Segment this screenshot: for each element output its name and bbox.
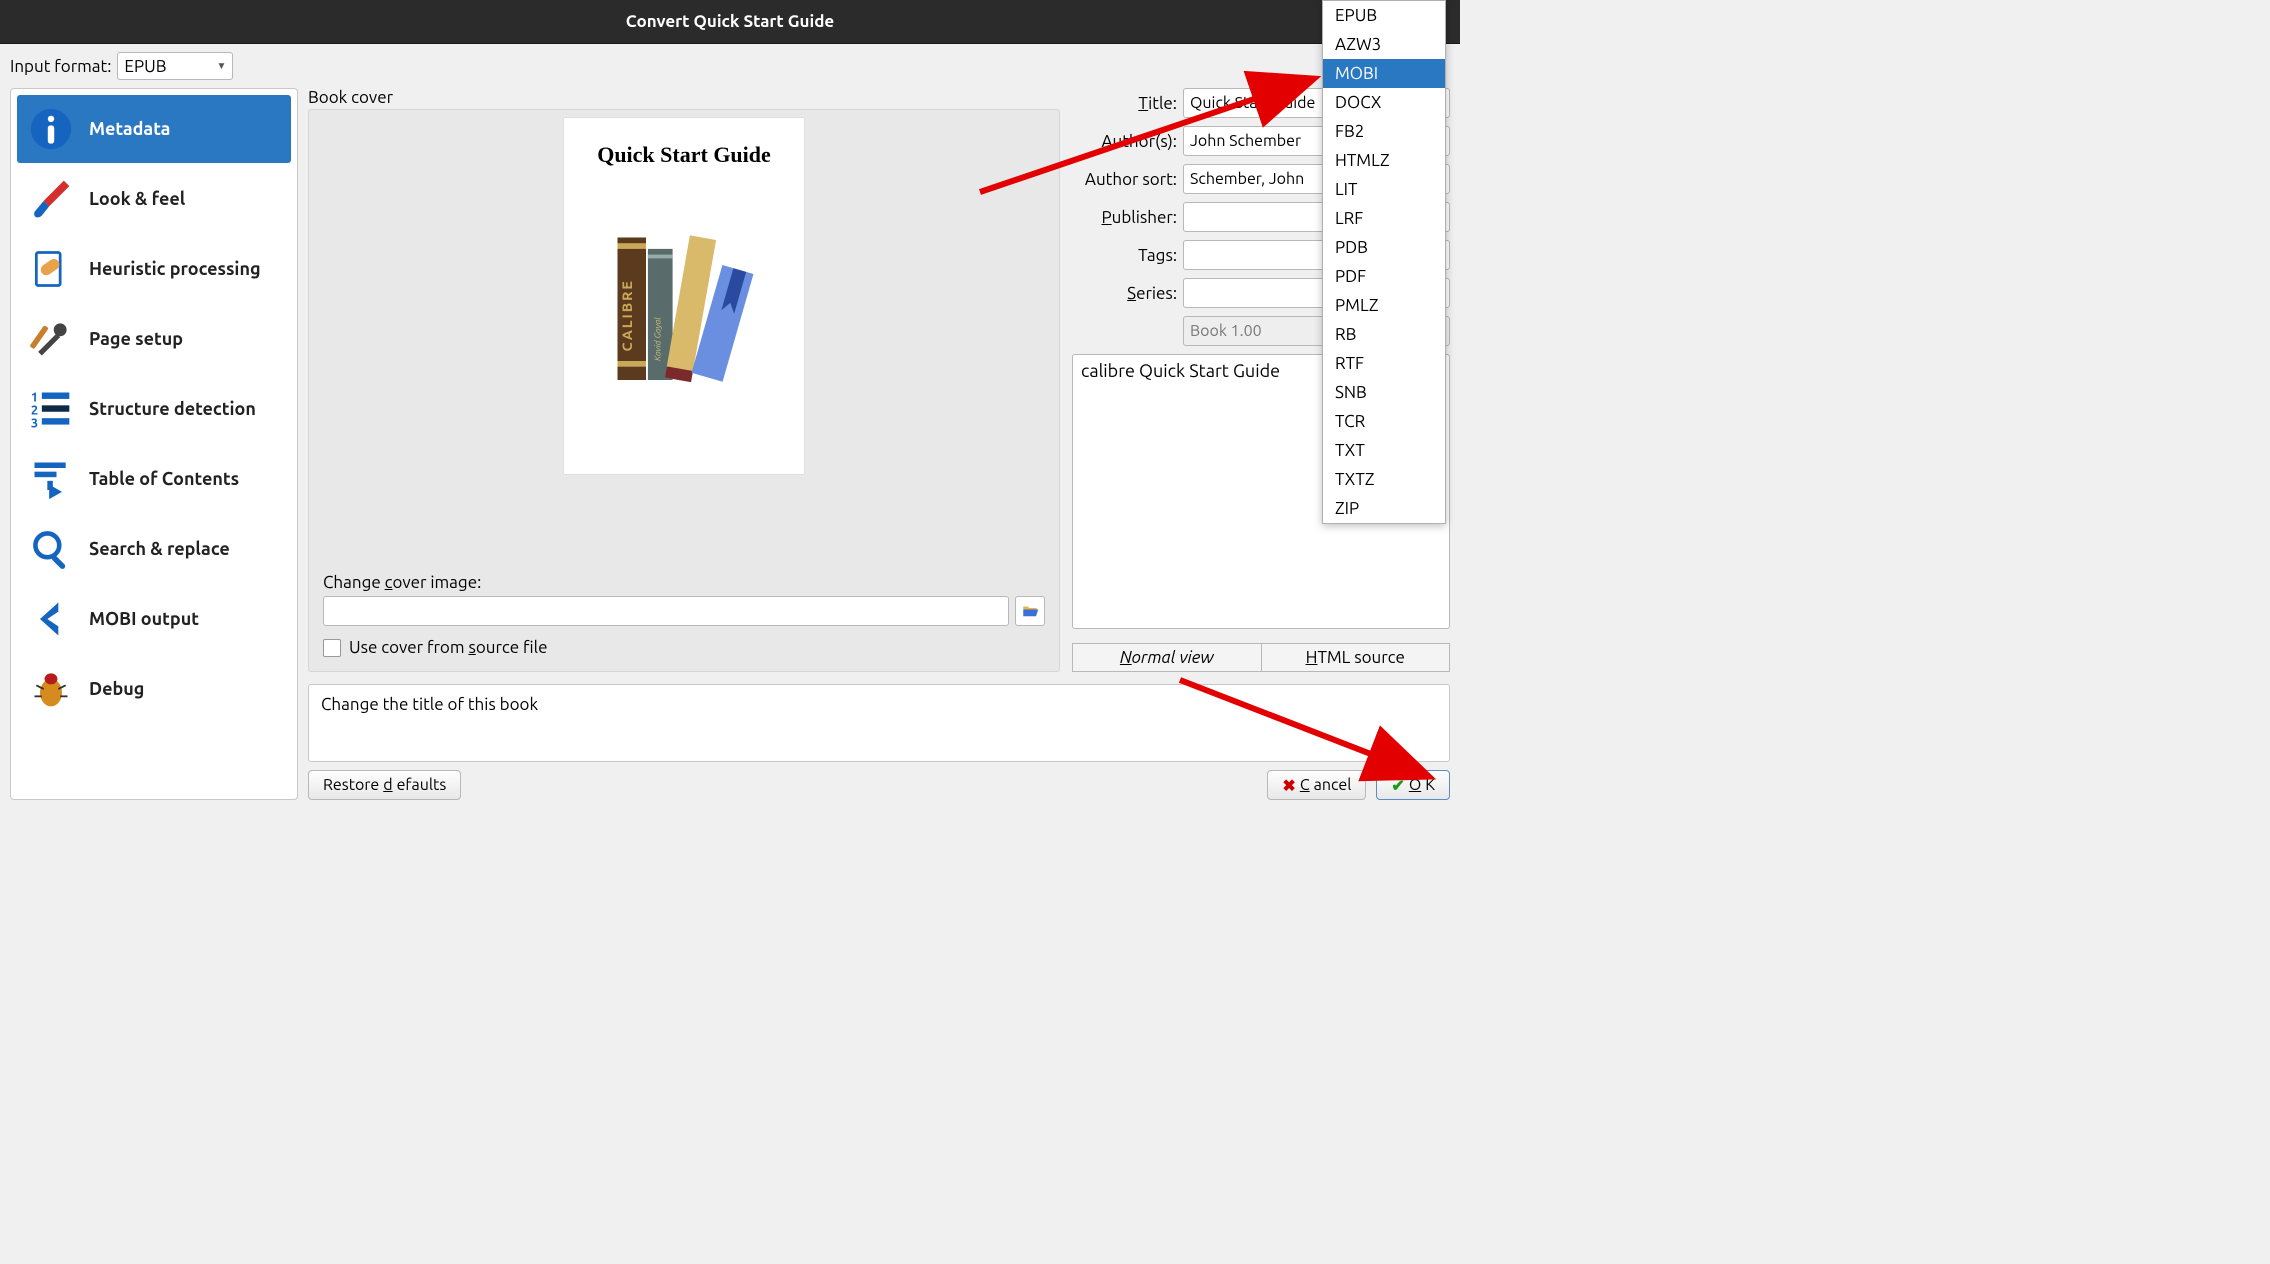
folder-open-icon: [1021, 602, 1039, 620]
output-format-option[interactable]: LIT: [1323, 175, 1445, 204]
annotation-arrow-icon: [970, 62, 1330, 202]
brush-icon: [27, 175, 75, 223]
sidebar-item-debug[interactable]: Debug: [17, 655, 291, 723]
output-format-option[interactable]: PDB: [1323, 233, 1445, 262]
search-icon: [27, 525, 75, 573]
back-arrow-icon: [27, 595, 75, 643]
change-cover-label: Change cover image:: [323, 573, 1045, 592]
cover-panel: Quick Start Guide CALIBRE Kovid Goyal: [308, 109, 1060, 672]
output-format-option[interactable]: RB: [1323, 320, 1445, 349]
output-format-option[interactable]: RTF: [1323, 349, 1445, 378]
sidebar-item-label: Metadata: [89, 119, 170, 140]
publisher-label: Publisher:: [1072, 208, 1177, 227]
sidebar-item-toc[interactable]: Table of Contents: [17, 445, 291, 513]
cover-preview-area: Quick Start Guide CALIBRE Kovid Goyal: [323, 118, 1045, 563]
input-format-combo[interactable]: EPUB ▼: [117, 52, 233, 80]
window-titlebar: Convert Quick Start Guide: [0, 0, 1460, 44]
output-format-option[interactable]: ZIP: [1323, 494, 1445, 523]
browse-cover-button[interactable]: [1015, 596, 1045, 626]
comment-view-tabs: Normal view HTML source: [1072, 643, 1450, 672]
output-format-option[interactable]: DOCX: [1323, 88, 1445, 117]
output-format-option[interactable]: TXT: [1323, 436, 1445, 465]
sidebar-item-label: Page setup: [89, 329, 183, 350]
output-format-option[interactable]: MOBI: [1323, 59, 1445, 88]
svg-text:3: 3: [31, 416, 38, 430]
series-label: Series:: [1072, 284, 1177, 303]
output-format-option[interactable]: TCR: [1323, 407, 1445, 436]
use-source-cover-checkbox[interactable]: Use cover from source file: [323, 638, 1045, 657]
tags-label: Tags:: [1072, 246, 1177, 265]
cover-title: Quick Start Guide: [597, 142, 771, 168]
svg-text:CALIBRE: CALIBRE: [619, 279, 635, 351]
tab-normal-view[interactable]: Normal view: [1072, 643, 1262, 672]
chevron-down-icon: ▼: [217, 60, 227, 72]
output-format-option[interactable]: LRF: [1323, 204, 1445, 233]
hint-text: Change the title of this book: [321, 695, 538, 714]
output-format-option[interactable]: TXTZ: [1323, 465, 1445, 494]
window-title: Convert Quick Start Guide: [626, 12, 834, 31]
sidebar-item-label: Table of Contents: [89, 469, 239, 490]
output-format-option[interactable]: FB2: [1323, 117, 1445, 146]
book-cover-label: Book cover: [308, 88, 1060, 107]
output-format-option[interactable]: SNB: [1323, 378, 1445, 407]
sidebar-item-label: Look & feel: [89, 189, 185, 210]
section-list: Metadata Look & feel Heuristic processin…: [10, 88, 298, 800]
sidebar-item-look-feel[interactable]: Look & feel: [17, 165, 291, 233]
bug-icon: [27, 665, 75, 713]
tab-html-source[interactable]: HTML source: [1262, 643, 1451, 672]
books-illustration-icon: CALIBRE Kovid Goyal: [589, 204, 779, 404]
sidebar-item-label: Structure detection: [89, 399, 256, 420]
sidebar-item-heuristic[interactable]: Heuristic processing: [17, 235, 291, 303]
numbered-list-icon: 1 2 3: [27, 385, 75, 433]
toc-icon: [27, 455, 75, 503]
annotation-arrow-icon: [1170, 670, 1440, 790]
output-format-option[interactable]: AZW3: [1323, 30, 1445, 59]
use-source-cover-label: Use cover from source file: [349, 638, 547, 657]
input-format-label: Input format:: [10, 57, 111, 76]
output-format-option[interactable]: EPUB: [1323, 1, 1445, 30]
cover-image: Quick Start Guide CALIBRE Kovid Goyal: [564, 118, 804, 474]
sidebar-item-label: Debug: [89, 679, 144, 700]
sidebar-item-output[interactable]: MOBI output: [17, 585, 291, 653]
sidebar-item-page-setup[interactable]: Page setup: [17, 305, 291, 373]
sidebar-item-structure[interactable]: 1 2 3 Structure detection: [17, 375, 291, 443]
sidebar-item-metadata[interactable]: Metadata: [17, 95, 291, 163]
checkbox-icon: [323, 639, 341, 657]
sidebar-item-label: Heuristic processing: [89, 259, 261, 280]
info-icon: [27, 105, 75, 153]
bandage-icon: [27, 245, 75, 293]
tools-icon: [27, 315, 75, 363]
svg-text:2: 2: [31, 404, 38, 418]
output-format-option[interactable]: PMLZ: [1323, 291, 1445, 320]
output-format-dropdown[interactable]: EPUBAZW3MOBIDOCXFB2HTMLZLITLRFPDBPDFPMLZ…: [1322, 0, 1446, 524]
output-format-option[interactable]: HTMLZ: [1323, 146, 1445, 175]
svg-text:Kovid Goyal: Kovid Goyal: [652, 317, 662, 361]
svg-text:1: 1: [31, 391, 38, 405]
input-format-value: EPUB: [124, 57, 166, 76]
restore-defaults-button[interactable]: Restore defaults: [308, 770, 461, 800]
cover-path-input[interactable]: [323, 596, 1009, 626]
output-format-option[interactable]: PDF: [1323, 262, 1445, 291]
sidebar-item-search-replace[interactable]: Search & replace: [17, 515, 291, 583]
sidebar-item-label: MOBI output: [89, 609, 199, 630]
sidebar-item-label: Search & replace: [89, 539, 230, 560]
